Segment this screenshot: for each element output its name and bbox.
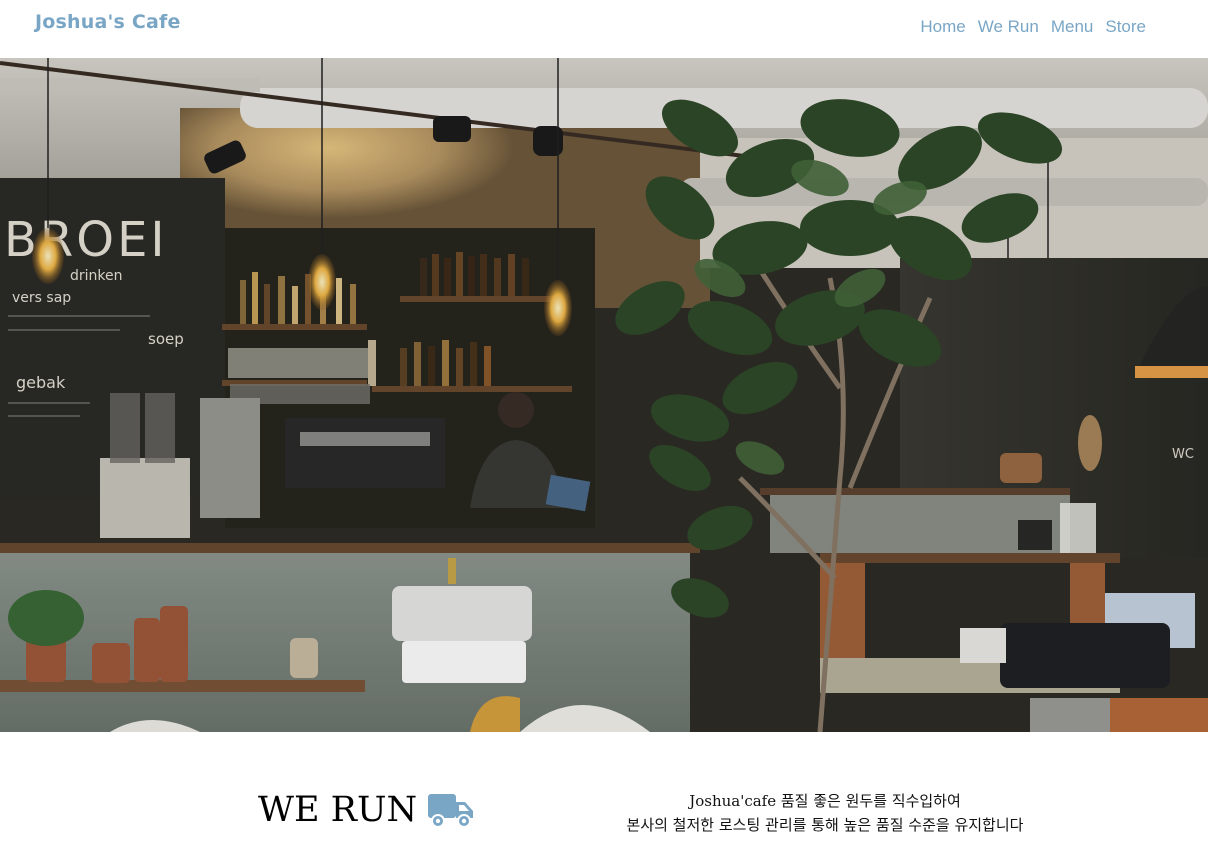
we-run-title: WE RUN — [258, 790, 418, 830]
nav-link-we-run[interactable]: We Run — [978, 17, 1039, 37]
nav-link-menu[interactable]: Menu — [1051, 17, 1094, 37]
we-run-description: Joshua'cafe 품질 좋은 원두를 직수입하여 본사의 철저한 로스팅 … — [560, 789, 1090, 837]
brand-logo-link[interactable]: Joshua's Cafe — [35, 11, 181, 33]
nav-link-home[interactable]: Home — [920, 17, 965, 37]
nav-link-store[interactable]: Store — [1105, 17, 1146, 37]
nav-links: Home We Run Menu Store — [908, 17, 1146, 37]
we-run-description-line-2: 본사의 철저한 로스팅 관리를 통해 높은 품질 수준을 유지합니다 — [626, 816, 1024, 834]
cafe-interior-photo: BROEI drinken vers sap soep gebak WC — [0, 58, 1208, 732]
we-run-section: WE RUN Joshua'cafe 품질 좋은 원두를 직수입하여 본사의 철… — [0, 732, 1208, 854]
we-run-description-line-1: Joshua'cafe 품질 좋은 원두를 직수입하여 — [689, 792, 961, 810]
hero-image: BROEI drinken vers sap soep gebak WC — [0, 58, 1208, 732]
navbar: Joshua's Cafe Home We Run Menu Store — [0, 0, 1208, 58]
we-run-heading: WE RUN — [258, 790, 475, 830]
truck-icon — [428, 794, 474, 828]
